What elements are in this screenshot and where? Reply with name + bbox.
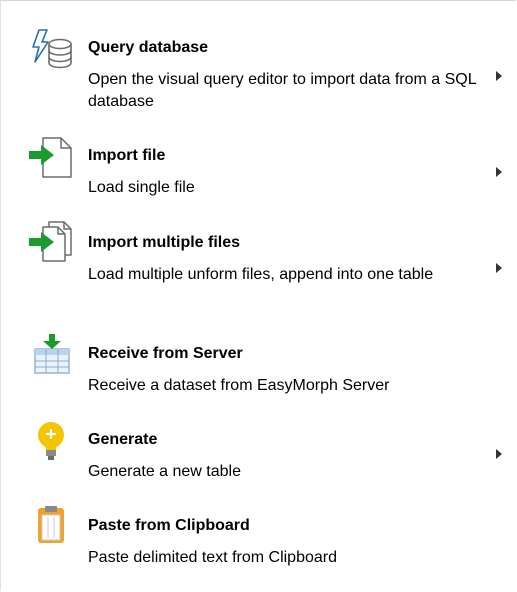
get-data-menu: Query database Open the visual query edi… xyxy=(0,0,516,591)
database-query-icon xyxy=(29,29,73,73)
menu-item-description: Open the visual query editor to import d… xyxy=(88,71,477,110)
submenu-arrow-icon xyxy=(494,447,504,459)
menu-item-title: Receive from Server xyxy=(88,345,243,362)
menu-item-title: Generate xyxy=(88,431,158,448)
submenu-arrow-icon xyxy=(494,69,504,81)
import-multiple-files-icon xyxy=(29,221,73,265)
menu-item-description: Receive a dataset from EasyMorph Server xyxy=(88,377,390,394)
menu-item-title: Query database xyxy=(88,39,209,56)
menu-item-title: Import multiple files xyxy=(88,234,241,251)
menu-item-description: Paste delimited text from Clipboard xyxy=(88,549,337,566)
menu-item-description: Load multiple unform files, append into … xyxy=(88,266,434,283)
lightbulb-icon xyxy=(29,419,73,463)
menu-item-receive-from-server[interactable]: Receive from Server Receive a dataset fr… xyxy=(1,333,516,399)
menu-item-description: Generate a new table xyxy=(88,463,241,480)
submenu-arrow-icon xyxy=(494,261,504,273)
menu-item-query-database[interactable]: Query database Open the visual query edi… xyxy=(1,29,516,119)
menu-item-title: Paste from Clipboard xyxy=(88,517,250,534)
menu-item-title: Import file xyxy=(88,147,166,164)
menu-item-generate[interactable]: Generate Generate a new table xyxy=(1,419,516,485)
submenu-arrow-icon xyxy=(494,165,504,177)
receive-server-icon xyxy=(29,333,73,377)
menu-item-import-file[interactable]: Import file Load single file xyxy=(1,137,516,203)
clipboard-icon xyxy=(29,505,73,549)
menu-item-paste-from-clipboard[interactable]: Paste from Clipboard Paste delimited tex… xyxy=(1,505,516,571)
import-file-icon xyxy=(29,137,73,181)
menu-item-description: Load single file xyxy=(88,179,195,196)
menu-item-import-multiple-files[interactable]: Import multiple files Load multiple unfo… xyxy=(1,221,516,313)
